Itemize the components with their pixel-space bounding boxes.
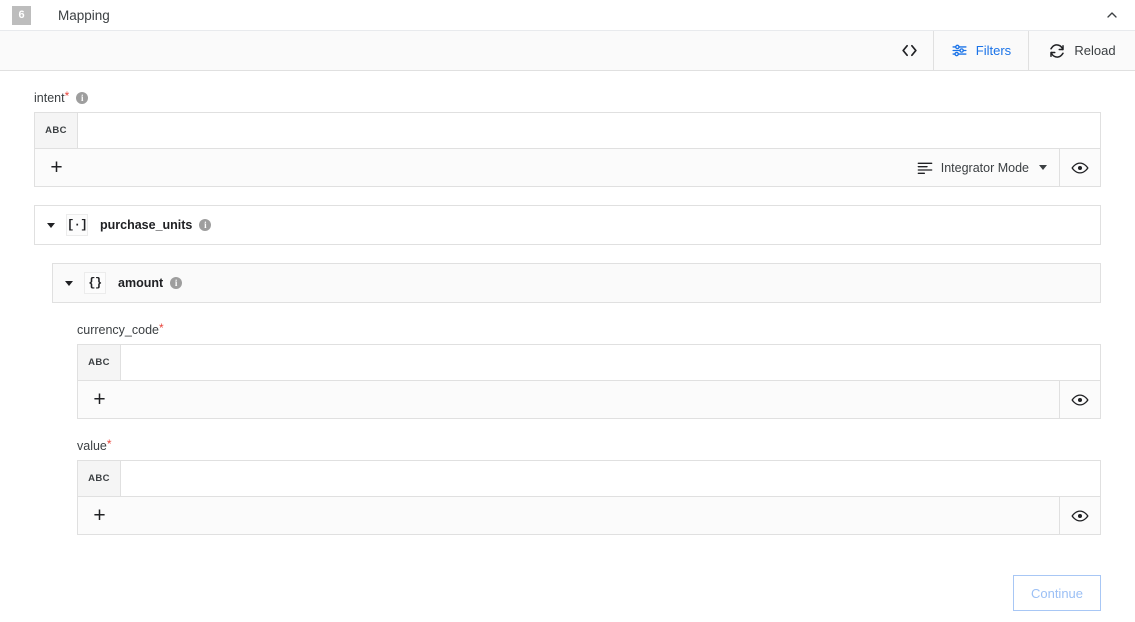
intent-input-row: ABC [35,113,1100,148]
purchase-units-expand-caret[interactable] [47,222,55,228]
currency-code-preview-button[interactable] [1059,381,1100,418]
filters-button[interactable]: Filters [934,31,1028,70]
list-lines-icon [917,161,933,175]
form-footer: Continue [1013,575,1101,611]
mapping-content: intent * i ABC + Integrator Mode [·] pur… [0,71,1135,621]
intent-input[interactable] [78,113,1100,148]
currency-code-field-label: currency_code * [77,303,1101,344]
value-type-badge: ABC [78,461,121,496]
amount-expand-caret[interactable] [65,280,73,286]
integrator-mode-dropdown[interactable]: Integrator Mode [905,149,1059,186]
value-add-button[interactable]: + [78,497,121,534]
intent-add-button[interactable]: + [35,149,78,186]
currency-code-add-button[interactable]: + [78,381,121,418]
value-label-text: value [77,439,107,453]
value-input-row: ABC [78,461,1100,496]
filters-label: Filters [975,43,1012,58]
currency-code-input[interactable] [121,345,1100,380]
eye-preview-icon [1071,159,1089,177]
purchase-units-label: purchase_units [100,218,193,232]
amount-info-icon[interactable]: i [170,277,183,289]
sync-refresh-icon [1048,42,1066,60]
value-actions-row: + [78,496,1100,534]
intent-actions-row: + Integrator Mode [35,148,1100,186]
currency-code-actions-row: + [78,380,1100,418]
value-field-label: value * [77,419,1101,460]
purchase-units-info-icon[interactable]: i [199,219,212,231]
continue-button[interactable]: Continue [1013,575,1101,611]
integrator-mode-label: Integrator Mode [940,160,1029,175]
currency-code-label-text: currency_code [77,323,159,337]
amount-label: amount [118,276,164,290]
array-type-icon: [·] [66,214,88,236]
code-brackets-icon [900,41,919,60]
page-title: Mapping [58,7,110,23]
intent-field-label: intent * i [34,71,1101,112]
value-input[interactable] [121,461,1100,496]
mapping-toolbar: Filters Reload [0,30,1135,71]
currency-code-input-row: ABC [78,345,1100,380]
value-mapping-box: ABC + [77,460,1101,535]
step-number-badge: 6 [12,5,31,25]
reload-label: Reload [1074,43,1116,58]
intent-actions-spacer [78,149,905,186]
collapse-panel-button[interactable] [1099,2,1125,28]
node-amount[interactable]: {} amount i [52,263,1101,303]
value-required-asterisk: * [106,437,112,451]
intent-preview-button[interactable] [1059,149,1100,186]
object-type-icon: {} [84,272,106,294]
eye-preview-icon [1071,507,1089,525]
intent-required-asterisk: * [64,89,70,103]
value-actions-spacer [121,497,1059,534]
amount-child-fields: currency_code * ABC + value * ABC + [77,303,1101,535]
reload-button[interactable]: Reload [1029,31,1135,70]
intent-type-badge: ABC [35,113,78,148]
chevron-down-icon [1039,165,1047,170]
currency-code-required-asterisk: * [159,321,164,335]
currency-code-mapping-box: ABC + [77,344,1101,419]
intent-label-text: intent [34,91,65,105]
eye-preview-icon [1071,391,1089,409]
intent-mapping-box: ABC + Integrator Mode [34,112,1101,187]
view-code-button[interactable] [886,31,933,70]
node-purchase-units[interactable]: [·] purchase_units i [34,205,1101,245]
currency-code-actions-spacer [121,381,1059,418]
chevron-up-icon [1104,7,1120,23]
app-header: 6 Mapping [0,0,1135,30]
tune-sliders-icon [951,42,968,59]
intent-info-icon[interactable]: i [76,92,89,104]
currency-code-type-badge: ABC [78,345,121,380]
value-preview-button[interactable] [1059,497,1100,534]
